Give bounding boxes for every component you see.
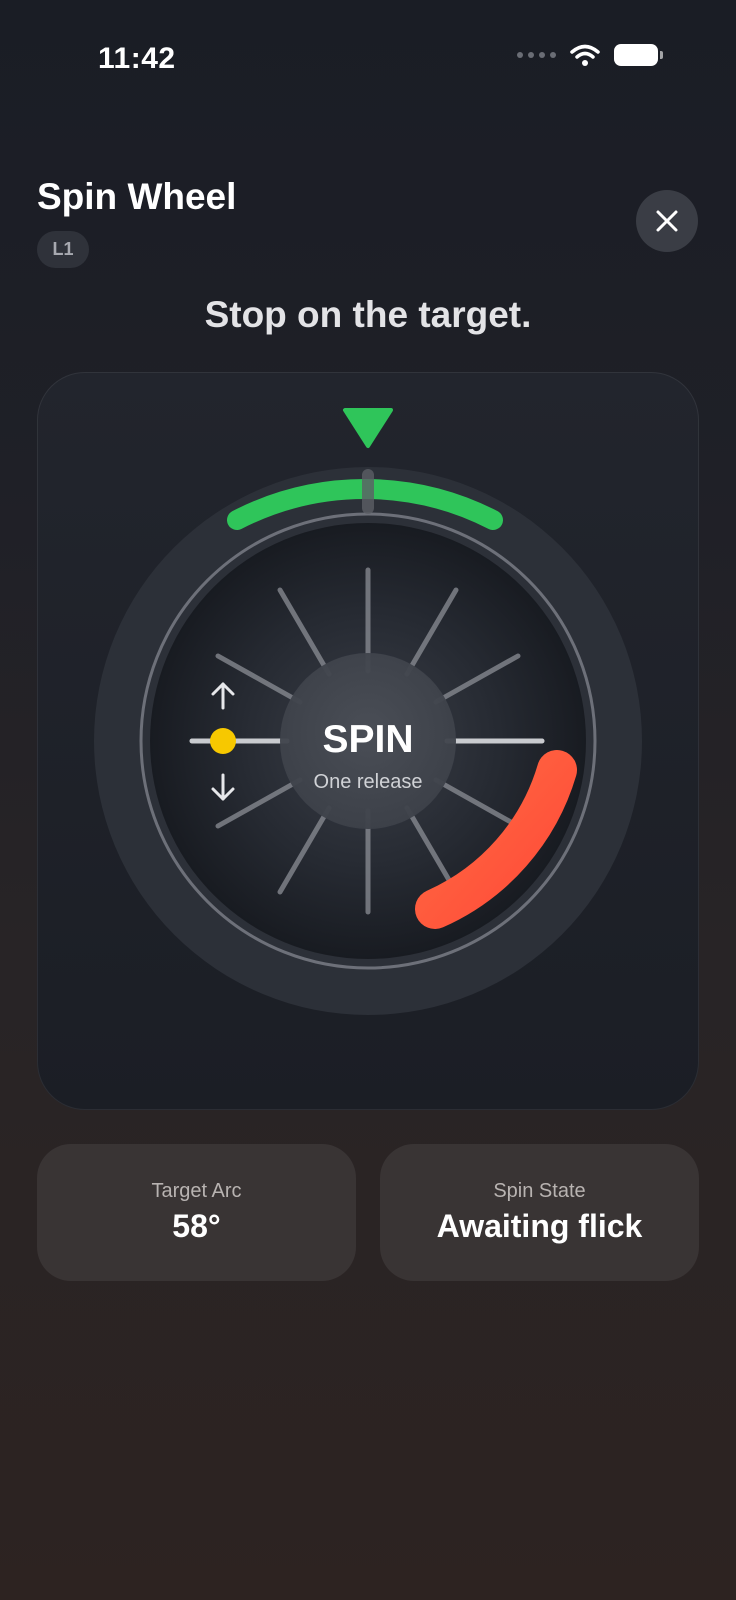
pointer-icon bbox=[343, 408, 393, 448]
status-time: 11:42 bbox=[98, 42, 176, 75]
spin-wheel[interactable]: SPIN One release bbox=[37, 372, 699, 1110]
stat-card-spin-state: Spin State Awaiting flick bbox=[380, 1144, 699, 1281]
game-card: SPIN One release bbox=[37, 372, 699, 1110]
stat-label: Target Arc bbox=[151, 1180, 242, 1202]
stat-value: 58° bbox=[172, 1208, 221, 1244]
drag-handle[interactable] bbox=[210, 728, 236, 754]
battery-icon bbox=[614, 44, 663, 66]
hub-spin-label: SPIN bbox=[322, 718, 413, 761]
wifi-icon bbox=[570, 44, 600, 66]
stat-value: Awaiting flick bbox=[436, 1208, 643, 1244]
close-button[interactable] bbox=[636, 190, 698, 252]
instruction-text: Stop on the target. bbox=[204, 294, 532, 335]
signal-dots-icon bbox=[517, 52, 556, 58]
page-title: Spin Wheel bbox=[37, 176, 237, 217]
stat-label: Spin State bbox=[493, 1180, 586, 1202]
stat-card-target-arc: Target Arc 58° bbox=[37, 1144, 356, 1281]
level-badge: L1 bbox=[37, 231, 89, 268]
hub-sublabel: One release bbox=[314, 771, 423, 793]
status-icons bbox=[517, 44, 663, 66]
close-icon bbox=[656, 210, 678, 232]
